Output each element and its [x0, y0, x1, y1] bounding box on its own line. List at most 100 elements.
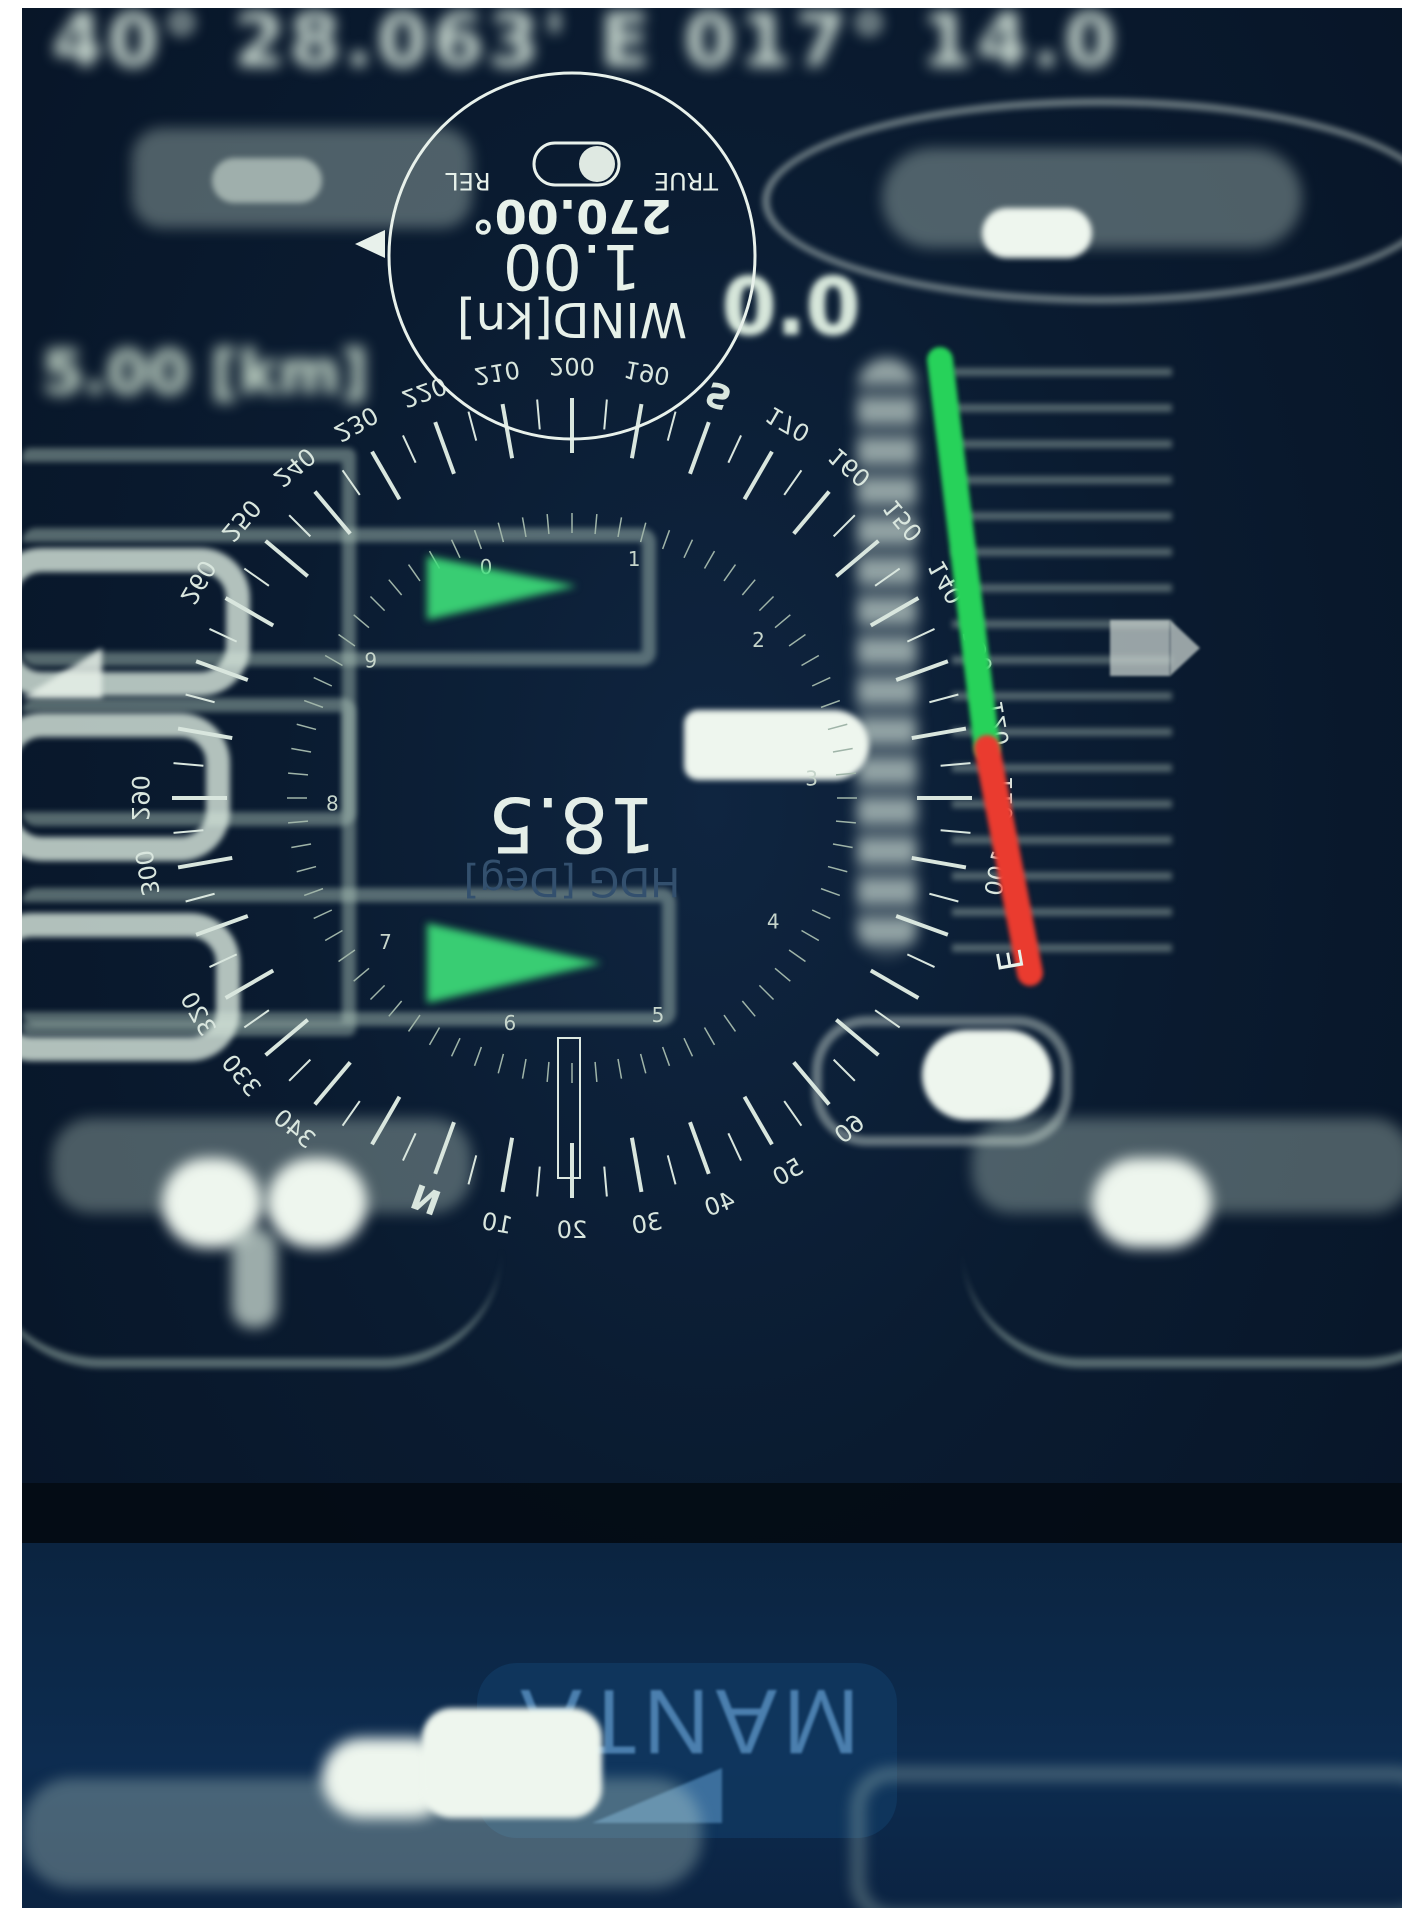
compass-tick: [173, 829, 204, 834]
inner-ring-tick: [388, 579, 403, 596]
inner-ring-tick: [788, 633, 806, 647]
inner-ring-tick: [296, 723, 317, 731]
wind-unit-label: WIND[kn]: [457, 291, 687, 347]
compass-tick: [629, 403, 644, 459]
compass-tick: [742, 1095, 774, 1146]
inner-ring-tick: [639, 1053, 647, 1074]
inner-ring-tick: [338, 633, 356, 647]
compass-tick: [536, 399, 541, 430]
compass-tick: [783, 1100, 803, 1127]
inner-ring-label: 2: [752, 628, 765, 652]
compass-degree-label: 60: [829, 1108, 870, 1149]
compass-tick: [874, 1009, 901, 1029]
compass-degree-label: 300: [129, 848, 165, 898]
inner-ring-tick: [288, 820, 309, 824]
compass-degree-label: 150: [877, 494, 928, 547]
inner-ring-tick: [313, 676, 333, 687]
compass-tick: [603, 399, 608, 430]
compass-degree-label: 240: [268, 442, 321, 493]
compass-tick: [929, 892, 959, 903]
compass-tick: [727, 1132, 742, 1161]
inner-ring-tick: [353, 967, 370, 982]
compass-tick: [929, 693, 959, 704]
inner-ring-tick: [788, 949, 806, 963]
inner-ring-tick: [723, 1014, 737, 1032]
inner-ring-tick: [303, 887, 324, 897]
compass-tick: [906, 953, 935, 968]
compass-tick: [832, 514, 856, 538]
compass-tick: [177, 726, 233, 741]
compass-degree-label: 200: [549, 352, 595, 380]
compass-tick: [264, 1018, 310, 1057]
compass-tick: [224, 968, 275, 1000]
rel-true-toggle[interactable]: [532, 141, 621, 187]
inner-ring-label: 9: [364, 648, 377, 672]
inner-ring-tick: [827, 865, 848, 873]
compass-degree-label: N: [405, 1177, 445, 1224]
compass-tick: [370, 1095, 402, 1146]
inner-ring-tick: [594, 1061, 598, 1082]
inner-ring-tick: [827, 723, 848, 731]
inner-ring-tick: [835, 772, 856, 776]
compass-degree-label: 220: [398, 371, 451, 413]
inner-ring-tick: [338, 949, 356, 963]
inner-ring-tick: [801, 929, 820, 942]
compass-tick: [688, 1121, 711, 1175]
compass-tick: [536, 1166, 541, 1197]
compass-degree-label: 320: [174, 987, 221, 1041]
compass-tick: [895, 659, 949, 682]
inner-ring-label: 7: [379, 930, 392, 954]
compass-degree-label: 10: [480, 1207, 515, 1240]
inner-ring-tick: [546, 514, 550, 535]
compass-tick: [895, 914, 949, 937]
compass-tick: [313, 1060, 352, 1106]
compass-tick: [727, 435, 742, 464]
compass-degree-label: 340: [268, 1103, 321, 1154]
compass-degree-label: 330: [216, 1049, 267, 1102]
inner-ring-tick: [407, 1014, 421, 1032]
compass-degree-label: 50: [768, 1152, 808, 1192]
compass-tick: [243, 1009, 270, 1029]
inner-ring-tick: [473, 529, 483, 550]
inner-ring-tick: [594, 514, 598, 535]
inner-ring-tick: [801, 654, 820, 667]
inner-ring-tick: [546, 1061, 550, 1082]
compass-tick: [940, 829, 971, 834]
inner-ring-tick: [324, 654, 343, 667]
inner-ring-tick: [450, 1037, 461, 1057]
inner-ring-tick: [497, 522, 505, 543]
instrument-display-photo: 40° 28.063' E 017° 14.0 0.0 5.00 [km] MA…: [22, 8, 1402, 1908]
compass-tick: [433, 421, 456, 475]
inner-ring-tick: [428, 1027, 441, 1046]
compass-tick: [792, 490, 831, 536]
compass-degree-label: 160: [823, 442, 876, 493]
inner-ring-label: 5: [652, 1003, 665, 1027]
compass-tick: [688, 421, 711, 475]
compass-tick: [906, 628, 935, 643]
inner-ring-tick: [291, 843, 312, 849]
compass-tick: [467, 1155, 478, 1185]
inner-ring-tick: [774, 967, 791, 982]
compass-tick: [666, 411, 677, 441]
inner-ring-tick: [835, 820, 856, 824]
compass-tick: [433, 1121, 456, 1175]
compass-tick: [288, 1058, 312, 1082]
inner-ring-tick: [521, 1058, 527, 1079]
compass-tick: [209, 953, 238, 968]
heading-unit-label: HDG [Deg]: [464, 858, 681, 904]
compass-degree-label: 290: [126, 775, 154, 821]
compass-tick: [629, 1137, 644, 1193]
compass-tick: [313, 490, 352, 536]
compass-tick: [185, 693, 215, 704]
inner-ring-label: 4: [767, 910, 780, 934]
wind-dial-marker-icon: [355, 230, 385, 258]
inner-ring-tick: [388, 1000, 403, 1017]
inner-ring-tick: [723, 564, 737, 582]
compass-degree-label: 40: [701, 1186, 739, 1223]
inner-ring-tick: [473, 1046, 483, 1067]
compass-tick: [288, 514, 312, 538]
compass-tick: [195, 914, 249, 937]
green-pointer-upper: [427, 556, 577, 620]
inner-ring-tick: [811, 909, 831, 920]
compass-tick: [209, 628, 238, 643]
